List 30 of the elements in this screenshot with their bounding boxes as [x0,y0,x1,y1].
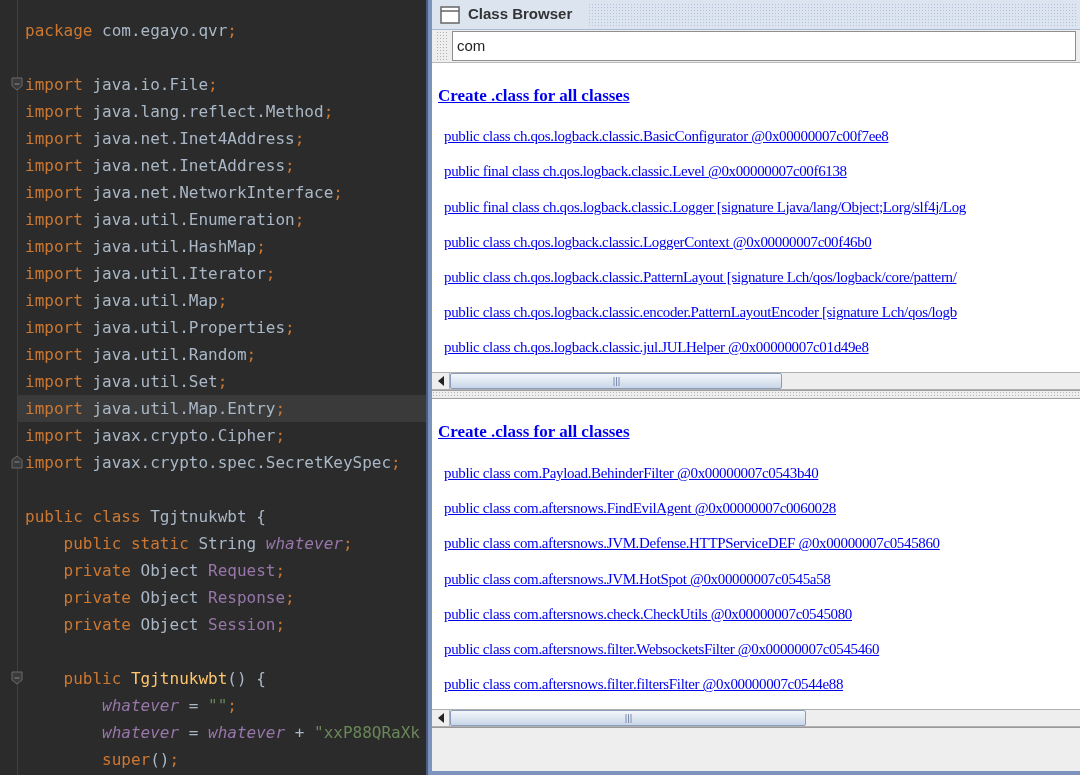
class-link[interactable]: public class com.aftersnows.check.CheckUtils @0x00000007c0545080 [444,603,852,624]
fold-icon[interactable] [11,671,23,685]
fold-icon[interactable] [11,77,23,91]
filter-field[interactable]: com [452,30,1076,61]
window-title: Class Browser [468,4,574,25]
create-class-link[interactable]: Create .class for all classes [438,82,630,109]
class-link[interactable]: public final class ch.qos.logback.classic.Logger [signature Ljava/lang/Object;Lorg/slf4j/Log [444,196,966,217]
class-link[interactable]: public class ch.qos.logback.classic.BasicConfigurator @0x00000007c00f7ee8 [444,126,889,147]
horizontal-scrollbar[interactable] [432,372,1080,391]
class-link[interactable]: public final class ch.qos.logback.classic.Level @0x00000007c00f6138 [444,161,847,182]
class-link[interactable]: public class com.aftersnows.filter.WebsocketsFilter @0x00000007c0545460 [444,638,880,659]
class-link[interactable]: public class ch.qos.logback.classic.LoggerContext @0x00000007c00f46b0 [444,231,872,252]
class-link[interactable]: public class ch.qos.logback.classic.encoder.PatternLayoutEncoder [signature Lch/qos/logb [444,302,957,323]
class-link[interactable]: public class com.aftersnows.JVM.Defense.HTTPServiceDEF @0x00000007c0545860 [444,533,940,554]
grip-icon [612,376,620,386]
class-link[interactable]: public class com.aftersnows.filter.filtersFilter @0x00000007c0544e88 [444,674,844,695]
left-arrow-icon [437,376,444,387]
scroll-thumb[interactable] [450,710,806,727]
class-link[interactable]: public class com.aftersnows.FindEvilAgent @0x00000007c0060028 [444,498,836,519]
class-link[interactable]: public class ch.qos.logback.classic.jul.JULHelper @0x00000007c01d49e8 [444,337,869,358]
scroll-thumb[interactable] [450,373,782,390]
horizontal-scrollbar[interactable] [432,709,1080,728]
grip-icon [624,713,632,723]
left-arrow-icon [437,713,444,724]
class-link[interactable]: public class com.Payload.BehinderFilter @0x00000007c0543b40 [444,462,819,483]
window-icon [440,5,460,24]
create-class-link[interactable]: Create .class for all classes [438,419,630,445]
unfold-icon[interactable] [11,455,23,469]
class-link[interactable]: public class ch.qos.logback.classic.PatternLayout [signature Lch/qos/logback/core/pattern/ [444,266,957,287]
class-link[interactable]: public class com.aftersnows.JVM.HotSpot @0x00000007c0545a58 [444,568,831,589]
